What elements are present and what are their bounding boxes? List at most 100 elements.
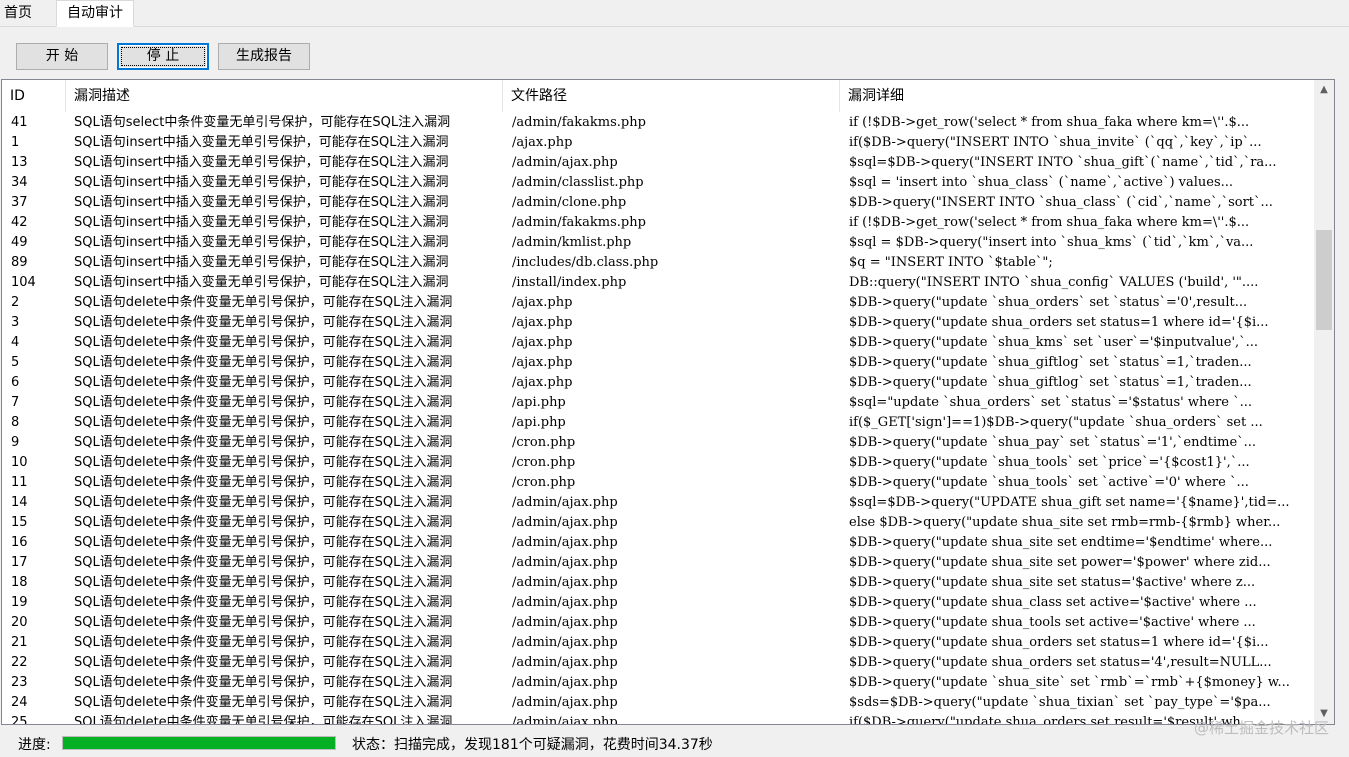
- cell-filepath: /ajax.php: [512, 355, 573, 370]
- cell-filepath: /cron.php: [512, 455, 576, 470]
- cell-detail: $DB->query("update shua_site set status=…: [849, 575, 1256, 590]
- table-row[interactable]: 37 SQL语句insert中插入变量无单引号保护，可能存在SQL注入漏洞/adm…: [2, 193, 1314, 213]
- cell-id: 16: [11, 535, 28, 550]
- cell-detail: $sql = $DB->query("insert into `shua_kms…: [849, 235, 1254, 250]
- table-row[interactable]: 25 SQL语句delete中条件变量无单引号保护，可能存在SQL注入漏洞/adm…: [2, 713, 1314, 725]
- cell-id: 22: [11, 655, 28, 670]
- table-row[interactable]: 18 SQL语句delete中条件变量无单引号保护，可能存在SQL注入漏洞/adm…: [2, 573, 1314, 593]
- cell-filepath: /admin/ajax.php: [512, 615, 618, 630]
- table-row[interactable]: 24 SQL语句delete中条件变量无单引号保护，可能存在SQL注入漏洞/adm…: [2, 693, 1314, 713]
- cell-detail: $sql="update `shua_orders` set `status`=…: [849, 395, 1252, 410]
- status-text: 状态：扫描完成，发现181个可疑漏洞，花费时间34.37秒: [352, 737, 713, 753]
- cell-description: SQL语句delete中条件变量无单引号保护，可能存在SQL注入漏洞: [74, 395, 453, 410]
- cell-filepath: /admin/ajax.php: [512, 635, 618, 650]
- cell-description: SQL语句delete中条件变量无单引号保护，可能存在SQL注入漏洞: [74, 455, 453, 470]
- table-row[interactable]: 19 SQL语句delete中条件变量无单引号保护，可能存在SQL注入漏洞/adm…: [2, 593, 1314, 613]
- table-row[interactable]: 104 SQL语句insert中插入变量无单引号保护，可能存在SQL注入漏洞/in…: [2, 273, 1314, 293]
- table-row[interactable]: 89 SQL语句insert中插入变量无单引号保护，可能存在SQL注入漏洞/inc…: [2, 253, 1314, 273]
- cell-description: SQL语句delete中条件变量无单引号保护，可能存在SQL注入漏洞: [74, 715, 453, 725]
- cell-detail: if($DB->query("INSERT INTO `shua_invite`…: [849, 135, 1262, 150]
- table-row[interactable]: 11 SQL语句delete中条件变量无单引号保护，可能存在SQL注入漏洞/cro…: [2, 473, 1314, 493]
- table-row[interactable]: 23 SQL语句delete中条件变量无单引号保护，可能存在SQL注入漏洞/adm…: [2, 673, 1314, 693]
- cell-description: SQL语句delete中条件变量无单引号保护，可能存在SQL注入漏洞: [74, 595, 453, 610]
- cell-id: 20: [11, 615, 28, 630]
- table-row[interactable]: 49 SQL语句insert中插入变量无单引号保护，可能存在SQL注入漏洞/adm…: [2, 233, 1314, 253]
- cell-filepath: /admin/ajax.php: [512, 155, 618, 170]
- progress-bar: [62, 736, 336, 750]
- cell-description: SQL语句insert中插入变量无单引号保护，可能存在SQL注入漏洞: [74, 215, 449, 230]
- table-row[interactable]: 22 SQL语句delete中条件变量无单引号保护，可能存在SQL注入漏洞/adm…: [2, 653, 1314, 673]
- table-row[interactable]: 10 SQL语句delete中条件变量无单引号保护，可能存在SQL注入漏洞/cro…: [2, 453, 1314, 473]
- vertical-scrollbar[interactable]: ▲ ▼: [1314, 80, 1334, 724]
- start-button[interactable]: 开 始: [16, 43, 108, 70]
- table-row[interactable]: 9 SQL语句delete中条件变量无单引号保护，可能存在SQL注入漏洞/cron…: [2, 433, 1314, 453]
- generate-report-button[interactable]: 生成报告: [218, 43, 310, 70]
- tab-home[interactable]: 首页: [0, 2, 48, 25]
- tab-auto-audit[interactable]: 自动审计: [56, 0, 134, 27]
- table-row[interactable]: 7 SQL语句delete中条件变量无单引号保护，可能存在SQL注入漏洞/api.…: [2, 393, 1314, 413]
- table-row[interactable]: 41 SQL语句select中条件变量无单引号保护，可能存在SQL注入漏洞/adm…: [2, 113, 1314, 133]
- cell-description: SQL语句insert中插入变量无单引号保护，可能存在SQL注入漏洞: [74, 275, 449, 290]
- cell-description: SQL语句insert中插入变量无单引号保护，可能存在SQL注入漏洞: [74, 255, 449, 270]
- cell-filepath: /admin/ajax.php: [512, 515, 618, 530]
- cell-id: 13: [11, 155, 28, 170]
- cell-description: SQL语句delete中条件变量无单引号保护，可能存在SQL注入漏洞: [74, 575, 453, 590]
- scroll-thumb[interactable]: [1316, 230, 1332, 330]
- cell-detail: $DB->query("update shua_orders set statu…: [849, 635, 1269, 650]
- column-header-label: 文件路径: [511, 88, 567, 104]
- stop-button[interactable]: 停 止: [117, 43, 209, 70]
- cell-id: 23: [11, 675, 28, 690]
- table-row[interactable]: 1 SQL语句insert中插入变量无单引号保护，可能存在SQL注入漏洞/ajax…: [2, 133, 1314, 153]
- column-header-filepath[interactable]: 文件路径: [503, 80, 840, 112]
- table-row[interactable]: 20 SQL语句delete中条件变量无单引号保护，可能存在SQL注入漏洞/adm…: [2, 613, 1314, 633]
- cell-description: SQL语句delete中条件变量无单引号保护，可能存在SQL注入漏洞: [74, 675, 453, 690]
- column-header-detail[interactable]: 漏洞详细: [840, 80, 1314, 112]
- table-row[interactable]: 8 SQL语句delete中条件变量无单引号保护，可能存在SQL注入漏洞/api.…: [2, 413, 1314, 433]
- cell-filepath: /install/index.php: [512, 275, 627, 290]
- table-row[interactable]: 6 SQL语句delete中条件变量无单引号保护，可能存在SQL注入漏洞/ajax…: [2, 373, 1314, 393]
- cell-id: 2: [11, 295, 20, 310]
- cell-id: 6: [11, 375, 20, 390]
- table-row[interactable]: 3 SQL语句delete中条件变量无单引号保护，可能存在SQL注入漏洞/ajax…: [2, 313, 1314, 333]
- table-row[interactable]: 34 SQL语句insert中插入变量无单引号保护，可能存在SQL注入漏洞/adm…: [2, 173, 1314, 193]
- cell-id: 17: [11, 555, 28, 570]
- table-row[interactable]: 16 SQL语句delete中条件变量无单引号保护，可能存在SQL注入漏洞/adm…: [2, 533, 1314, 553]
- cell-filepath: /admin/ajax.php: [512, 555, 618, 570]
- table-header: ID 漏洞描述 文件路径 漏洞详细: [2, 80, 1314, 112]
- table-row[interactable]: 14 SQL语句delete中条件变量无单引号保护，可能存在SQL注入漏洞/adm…: [2, 493, 1314, 513]
- cell-detail: if (!$DB->get_row('select * from shua_fa…: [849, 115, 1250, 130]
- table-row[interactable]: 15 SQL语句delete中条件变量无单引号保护，可能存在SQL注入漏洞/adm…: [2, 513, 1314, 533]
- cell-description: SQL语句insert中插入变量无单引号保护，可能存在SQL注入漏洞: [74, 235, 449, 250]
- cell-filepath: /admin/ajax.php: [512, 675, 618, 690]
- cell-id: 4: [11, 335, 20, 350]
- table-row[interactable]: 2 SQL语句delete中条件变量无单引号保护，可能存在SQL注入漏洞/ajax…: [2, 293, 1314, 313]
- cell-id: 49: [11, 235, 28, 250]
- cell-description: SQL语句select中条件变量无单引号保护，可能存在SQL注入漏洞: [74, 115, 451, 130]
- cell-detail: if($_GET['sign']==1)$DB->query("update `…: [849, 415, 1263, 430]
- cell-description: SQL语句delete中条件变量无单引号保护，可能存在SQL注入漏洞: [74, 555, 453, 570]
- cell-filepath: /ajax.php: [512, 335, 573, 350]
- cell-filepath: /api.php: [512, 395, 566, 410]
- column-header-description[interactable]: 漏洞描述: [66, 80, 503, 112]
- chevron-up-icon[interactable]: ▲: [1314, 80, 1334, 100]
- cell-detail: $DB->query("update `shua_giftlog` set `s…: [849, 355, 1252, 370]
- cell-detail: $sql=$DB->query("INSERT INTO `shua_gift`…: [849, 155, 1277, 170]
- table-row[interactable]: 5 SQL语句delete中条件变量无单引号保护，可能存在SQL注入漏洞/ajax…: [2, 353, 1314, 373]
- cell-detail: DB::query("INSERT INTO `shua_config` VAL…: [849, 275, 1259, 290]
- table-row[interactable]: 21 SQL语句delete中条件变量无单引号保护，可能存在SQL注入漏洞/adm…: [2, 633, 1314, 653]
- table-row[interactable]: 4 SQL语句delete中条件变量无单引号保护，可能存在SQL注入漏洞/ajax…: [2, 333, 1314, 353]
- cell-detail: $DB->query("update shua_site set endtime…: [849, 535, 1273, 550]
- results-table[interactable]: ID 漏洞描述 文件路径 漏洞详细 41 SQL语句select中条件变量无单引号…: [1, 79, 1335, 725]
- cell-filepath: /ajax.php: [512, 375, 573, 390]
- cell-detail: $DB->query("update shua_orders set statu…: [849, 655, 1272, 670]
- table-row[interactable]: 42 SQL语句insert中插入变量无单引号保护，可能存在SQL注入漏洞/adm…: [2, 213, 1314, 233]
- audit-panel: 开 始 停 止 生成报告 ID 漏洞描述 文件路径 漏洞详细 41 SQL语句se…: [0, 27, 1349, 757]
- cell-detail: $DB->query("update `shua_pay` set `statu…: [849, 435, 1257, 450]
- start-button-label: 开 始: [45, 48, 79, 64]
- column-header-id[interactable]: ID: [2, 80, 66, 112]
- cell-id: 11: [11, 475, 28, 490]
- table-row[interactable]: 17 SQL语句delete中条件变量无单引号保护，可能存在SQL注入漏洞/adm…: [2, 553, 1314, 573]
- table-row[interactable]: 13 SQL语句insert中插入变量无单引号保护，可能存在SQL注入漏洞/adm…: [2, 153, 1314, 173]
- cell-filepath: /ajax.php: [512, 135, 573, 150]
- cell-description: SQL语句delete中条件变量无单引号保护，可能存在SQL注入漏洞: [74, 435, 453, 450]
